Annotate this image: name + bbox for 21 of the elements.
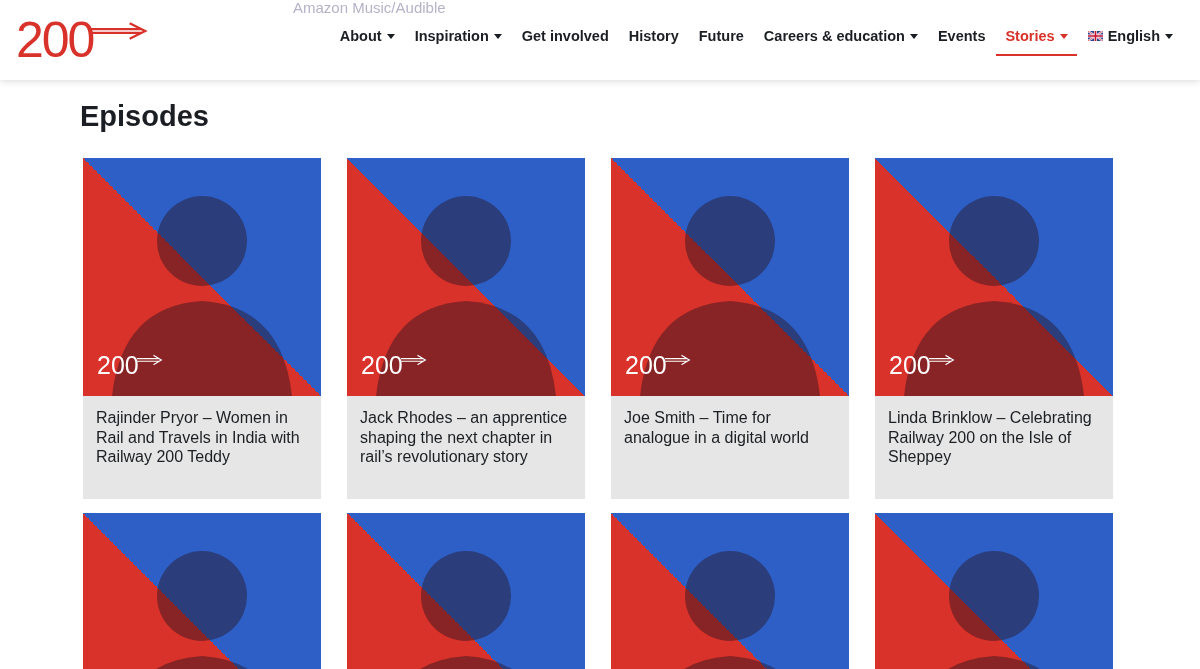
nav-link[interactable]: Careers & education	[754, 18, 927, 56]
faded-link-text: Amazon Music/Audible	[293, 0, 446, 17]
nav-link[interactable]: History	[619, 18, 688, 56]
nav-link[interactable]: Future	[689, 18, 753, 56]
episode-title[interactable]: Jack Rhodes – an apprentice shaping the next chapter in rail’s revolutionary story	[347, 396, 585, 499]
episode-title[interactable]: Rajinder Pryor – Women in Rail and Travels in India with Railway 200 Teddy	[83, 396, 321, 499]
episode-title[interactable]: Linda Brinklow – Celebrating Railway 200 on the Isle of Sheppey	[875, 396, 1113, 499]
railway-200-logo[interactable]: 200	[16, 15, 150, 65]
railway-200-logo: 200	[625, 351, 691, 380]
railway-200-logo: 200	[97, 351, 163, 380]
nav-link[interactable]: Get involved	[512, 18, 618, 56]
nav-link[interactable]: Events	[928, 18, 995, 56]
railway-200-logo: 200	[361, 351, 427, 380]
nav-link[interactable]: Stories	[996, 18, 1077, 56]
nav-link[interactable]: Inspiration	[405, 18, 511, 56]
flag-icon	[1087, 31, 1103, 41]
language-selector[interactable]: English	[1078, 18, 1182, 56]
episode-title[interactable]: Joe Smith – Time for analogue in a digital world	[611, 396, 849, 499]
nav-link[interactable]: About	[330, 18, 404, 56]
railway-200-logo: 200	[889, 351, 955, 380]
page-heading: Episodes	[80, 100, 210, 133]
